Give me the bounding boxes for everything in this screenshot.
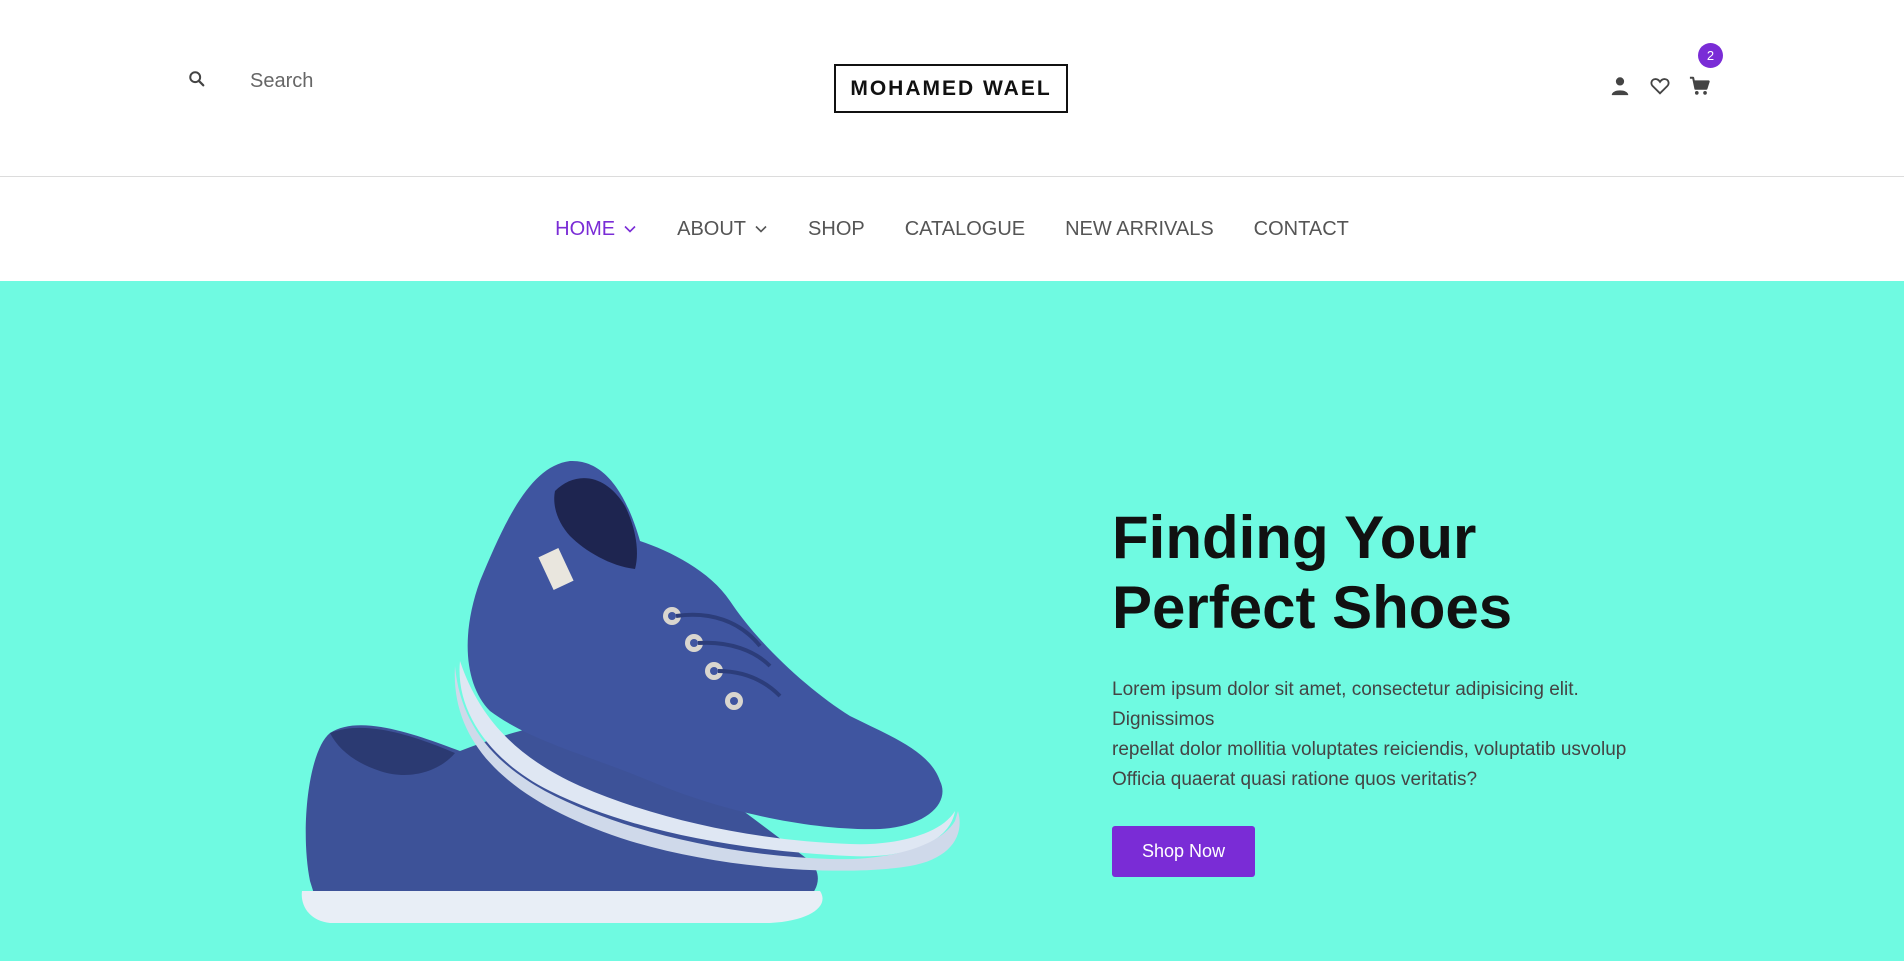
hero-title-line: Perfect Shoes [1112,574,1513,641]
cart-icon[interactable] [1688,74,1712,98]
heart-icon[interactable] [1648,74,1672,98]
hero-description-line: repellat dolor mollitia voluptates reici… [1112,739,1627,760]
search-input[interactable]: Search [250,70,313,93]
hero-description-line: Lorem ipsum dolor sit amet, consectetur … [1112,679,1579,700]
nav-label: HOME [555,217,616,240]
nav-item-about[interactable]: ABOUT [677,218,768,241]
header-actions [1608,74,1728,98]
nav-label: CATALOGUE [904,217,1026,240]
hero-description-line: Dignissimos [1112,709,1215,730]
hero-description: Lorem ipsum dolor sit amet, consectetur … [1112,675,1712,795]
hero-title: Finding Your Perfect Shoes [1112,503,1672,643]
nav-label: CONTACT [1253,217,1349,240]
search-icon[interactable] [188,70,206,93]
user-icon[interactable] [1608,74,1632,98]
cart-count-badge: 2 [1698,43,1723,68]
main-nav: HOME ABOUT SHOP CATALOGUE NEW ARRIVALS C… [0,178,1904,280]
nav-item-contact[interactable]: CONTACT [1254,218,1349,241]
chevron-down-icon [624,225,636,233]
shoe-image [301,460,960,923]
nav-item-home[interactable]: HOME [555,218,637,241]
hero-banner: Finding Your Perfect Shoes Lorem ipsum d… [0,281,1904,961]
shop-now-button[interactable]: Shop Now [1112,826,1255,877]
chevron-down-icon [755,225,767,233]
nav-item-catalogue[interactable]: CATALOGUE [905,218,1025,241]
nav-item-new-arrivals[interactable]: NEW ARRIVALS [1065,218,1214,241]
site-logo[interactable]: MOHAMED WAEL [834,64,1068,113]
nav-item-shop[interactable]: SHOP [808,218,865,241]
hero-description-line: Officia quaerat quasi ratione quos verit… [1112,769,1478,790]
top-header: Search MOHAMED WAEL 2 [0,0,1904,177]
search-bar[interactable]: Search [188,70,313,93]
nav-label: NEW ARRIVALS [1065,217,1214,240]
nav-label: SHOP [808,217,865,240]
hero-title-line: Finding Your [1112,504,1477,571]
nav-label: ABOUT [677,217,747,240]
